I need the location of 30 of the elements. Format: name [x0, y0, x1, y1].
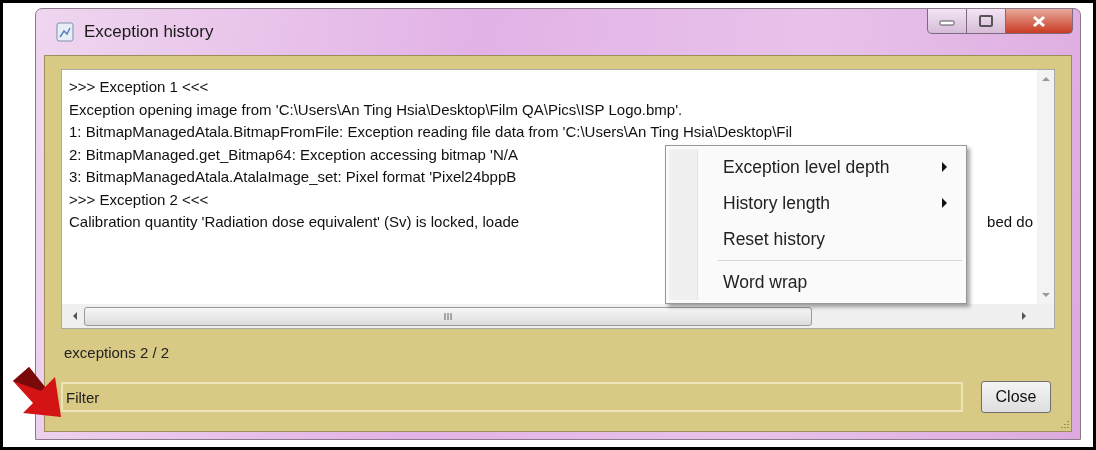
close-window-button[interactable] — [1006, 9, 1073, 34]
log-line: >>> Exception 2 <<< — [69, 189, 209, 210]
scroll-up-icon — [1040, 76, 1051, 82]
scroll-down-icon — [1040, 292, 1051, 298]
minimize-button[interactable] — [927, 9, 967, 34]
menu-item[interactable]: Word wrap — [669, 257, 963, 300]
close-button[interactable]: Close — [981, 381, 1051, 413]
window-icon — [56, 22, 74, 42]
menu-item[interactable]: Reset history — [669, 221, 963, 257]
close-icon — [1032, 14, 1046, 28]
maximize-button[interactable] — [967, 9, 1006, 34]
window-title: Exception history — [84, 22, 214, 42]
maximize-icon — [979, 15, 993, 27]
log-line: Calibration quantity 'Radiation dose equivalent' (Sv) is locked, loade — [69, 212, 520, 232]
log-line: 1: BitmapManagedAtala.BitmapFromFile: Exception reading file data from 'C:\Users\An Ting Hsia\Desktop\Fil — [69, 122, 793, 142]
log-line: 3: BitmapManagedAtala.AtalaImage_set: Pixel format 'Pixel24bppB — [69, 167, 517, 187]
scroll-right-icon — [1021, 311, 1027, 321]
submenu-arrow-icon — [942, 198, 947, 208]
log-line: bed do — [987, 212, 1034, 232]
menu-item[interactable]: History length — [669, 185, 963, 221]
grip-icon — [444, 310, 452, 322]
scroll-left-icon — [72, 311, 78, 321]
log-line: Exception opening image from 'C:\Users\An Ting Hsia\Desktop\Film QA\Pics\ISP Logo.bmp'. — [69, 99, 683, 120]
status-text: exceptions 2 / 2 — [64, 344, 171, 363]
submenu-arrow-icon — [942, 162, 947, 172]
log-line: 2: BitmapManaged.get_Bitmap64: Exception accessing bitmap 'N/A — [69, 144, 518, 165]
resize-grip-icon — [1059, 420, 1069, 429]
filter-field[interactable]: Filter — [61, 382, 963, 412]
menu-item[interactable]: Exception level depth — [669, 149, 963, 185]
log-line: >>> Exception 1 <<< — [69, 77, 209, 97]
